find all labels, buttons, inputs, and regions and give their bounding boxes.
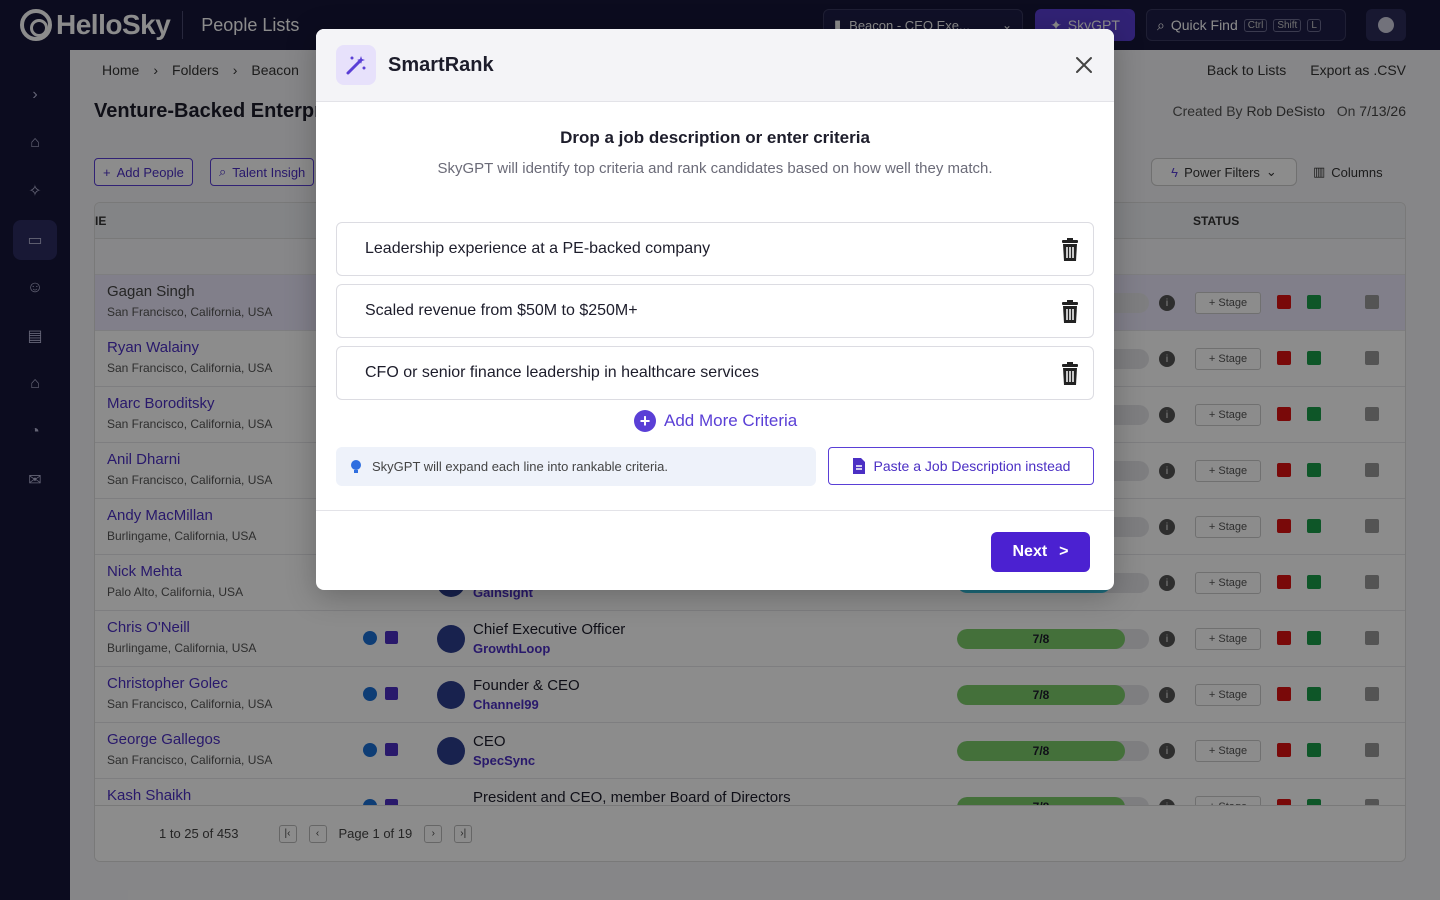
modal-title: SmartRank — [388, 54, 494, 76]
criteria-row[interactable]: Scaled revenue from $50M to $250M+ — [336, 284, 1094, 338]
next-button[interactable]: Next > — [991, 532, 1090, 572]
paste-job-description-button[interactable]: Paste a Job Description instead — [828, 447, 1094, 485]
hint-banner: SkyGPT will expand each line into rankab… — [336, 447, 816, 486]
hint-text: SkyGPT will expand each line into rankab… — [372, 459, 669, 474]
lightbulb-icon — [351, 459, 361, 473]
next-arrow-icon: > — [1059, 543, 1069, 560]
plus-icon: + — [634, 410, 656, 432]
modal-body: Drop a job description or enter criteria… — [316, 102, 1114, 510]
modal-heading: Drop a job description or enter criteria — [560, 128, 870, 147]
criteria-row[interactable]: Leadership experience at a PE-backed com… — [336, 222, 1094, 276]
next-label: Next — [1012, 543, 1048, 560]
criteria-text[interactable]: Leadership experience at a PE-backed com… — [365, 240, 710, 258]
criteria-text[interactable]: CFO or senior finance leadership in heal… — [365, 364, 759, 382]
criteria-row[interactable]: CFO or senior finance leadership in heal… — [336, 346, 1094, 400]
trash-icon[interactable] — [1059, 238, 1081, 262]
add-more-label: Add More Criteria — [664, 411, 798, 430]
modal-header: SmartRank — [316, 29, 1114, 102]
modal-subheading: SkyGPT will identify top criteria and ra… — [437, 160, 993, 177]
close-icon[interactable] — [1072, 53, 1096, 77]
criteria-text[interactable]: Scaled revenue from $50M to $250M+ — [365, 302, 638, 320]
magic-wand-icon — [336, 45, 376, 85]
document-icon — [852, 458, 865, 474]
paste-label: Paste a Job Description instead — [873, 458, 1071, 474]
trash-icon[interactable] — [1059, 300, 1081, 324]
add-more-criteria-button[interactable]: + Add More Criteria — [634, 410, 797, 432]
smartrank-modal: SmartRank Drop a job description or ente… — [316, 29, 1114, 590]
trash-icon[interactable] — [1059, 362, 1081, 386]
modal-footer: Next > — [316, 510, 1114, 590]
